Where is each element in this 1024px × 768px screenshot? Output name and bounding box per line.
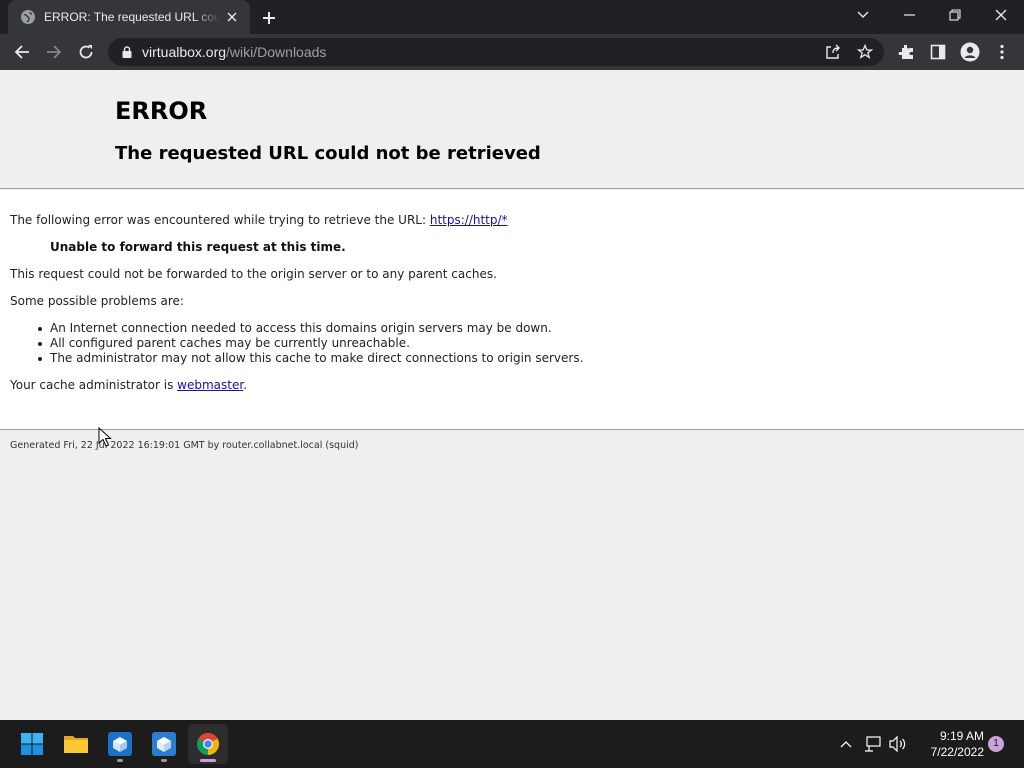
intro-text: The following error was encountered whil…	[10, 213, 508, 227]
volume-button[interactable]	[888, 734, 908, 754]
page-title: ERROR	[115, 97, 208, 125]
file-explorer-icon	[64, 736, 88, 753]
intro-label: The following error was encountered whil…	[10, 213, 430, 227]
reload-icon	[79, 45, 93, 59]
list-item: An Internet connection needed to access …	[37, 321, 583, 336]
taskbar: 9:19 AM 7/22/2022 1	[0, 720, 1024, 768]
reload-button[interactable]	[72, 38, 100, 66]
close-icon	[995, 9, 1007, 21]
taskbar-app-virtualbox-manager[interactable]	[144, 724, 184, 764]
windows-start-icon	[21, 733, 43, 755]
volume-icon	[889, 736, 906, 752]
notification-badge[interactable]: 1	[988, 736, 1004, 752]
requested-url-link[interactable]: https://http/*	[430, 213, 508, 227]
error-body: The following error was encountered whil…	[0, 190, 1024, 430]
side-panel-button[interactable]	[924, 38, 952, 66]
chevron-down-icon	[857, 11, 869, 18]
generated-footer: Generated Fri, 22 Jul 2022 16:19:01 GMT …	[10, 440, 359, 451]
tab-search-button[interactable]	[840, 0, 886, 30]
virtualbox-icon	[108, 732, 132, 756]
start-button[interactable]	[12, 724, 52, 764]
forward-icon	[47, 45, 62, 59]
extensions-icon	[898, 45, 913, 59]
browser-menu-button[interactable]	[988, 38, 1016, 66]
network-icon	[865, 736, 881, 752]
admin-text: Your cache administrator is webmaster.	[10, 378, 247, 392]
new-tab-button[interactable]	[258, 7, 280, 29]
tab-close-icon[interactable]	[224, 9, 240, 25]
webmaster-link[interactable]: webmaster	[177, 378, 243, 392]
list-item: The administrator may not allow this cac…	[37, 351, 584, 365]
problems-list: An Internet connection needed to access …	[37, 321, 584, 366]
network-button[interactable]	[863, 734, 883, 754]
show-hidden-icons-button[interactable]	[836, 734, 856, 754]
browser-tab[interactable]: ERROR: The requested URL could not be re…	[8, 0, 250, 34]
page-viewport: ERROR The requested URL could not be ret…	[0, 70, 1024, 720]
restore-icon	[949, 9, 961, 21]
page-subtitle: The requested URL could not be retrieved	[115, 143, 541, 164]
running-indicator	[161, 759, 167, 762]
globe-icon	[20, 9, 36, 25]
taskbar-app-virtualbox[interactable]	[100, 724, 140, 764]
error-description: This request could not be forwarded to t…	[10, 267, 497, 281]
clock-time: 9:19 AM	[939, 729, 984, 743]
virtualbox-manager-icon	[152, 732, 176, 756]
admin-label: Your cache administrator is	[10, 378, 178, 392]
running-indicator	[117, 759, 123, 762]
profile-button[interactable]	[956, 38, 984, 66]
tab-strip: ERROR: The requested URL could not be re…	[0, 0, 1024, 34]
minimize-icon	[903, 14, 915, 16]
url-host: virtualbox.org	[142, 44, 227, 60]
chevron-up-icon	[840, 741, 852, 748]
error-header: ERROR The requested URL could not be ret…	[0, 70, 1024, 189]
restore-button[interactable]	[932, 0, 978, 30]
extensions-button[interactable]	[892, 38, 920, 66]
url-path: /wiki/Downloads	[226, 44, 327, 60]
side-panel-icon	[930, 44, 946, 60]
error-title: Unable to forward this request at this t…	[50, 240, 346, 254]
menu-icon	[1000, 44, 1004, 60]
tab-title: ERROR: The requested URL could not be re…	[44, 10, 220, 24]
mouse-cursor-icon	[98, 427, 112, 447]
forward-button[interactable]	[40, 38, 68, 66]
back-icon	[14, 45, 29, 59]
system-clock[interactable]: 9:19 AM 7/22/2022	[912, 728, 984, 760]
active-indicator	[200, 759, 216, 762]
problems-intro: Some possible problems are:	[10, 294, 184, 308]
taskbar-app-file-explorer[interactable]	[56, 724, 96, 764]
minimize-button[interactable]	[886, 0, 932, 30]
admin-suffix: .	[243, 378, 248, 392]
address-bar[interactable]: virtualbox.org/wiki/Downloads	[108, 38, 884, 66]
clock-date: 7/22/2022	[930, 745, 984, 759]
back-button[interactable]	[8, 38, 36, 66]
close-window-button[interactable]	[978, 0, 1024, 30]
list-item: All configured parent caches may be curr…	[37, 336, 583, 351]
browser-toolbar: virtualbox.org/wiki/Downloads	[0, 34, 1024, 70]
taskbar-app-chrome[interactable]	[188, 724, 228, 764]
star-icon[interactable]	[856, 43, 874, 61]
chrome-icon	[197, 733, 219, 755]
share-icon[interactable]	[824, 43, 842, 61]
profile-icon	[960, 42, 980, 62]
plus-icon	[263, 12, 275, 24]
lock-icon[interactable]	[120, 45, 134, 59]
url-text[interactable]: virtualbox.org/wiki/Downloads	[142, 44, 326, 60]
